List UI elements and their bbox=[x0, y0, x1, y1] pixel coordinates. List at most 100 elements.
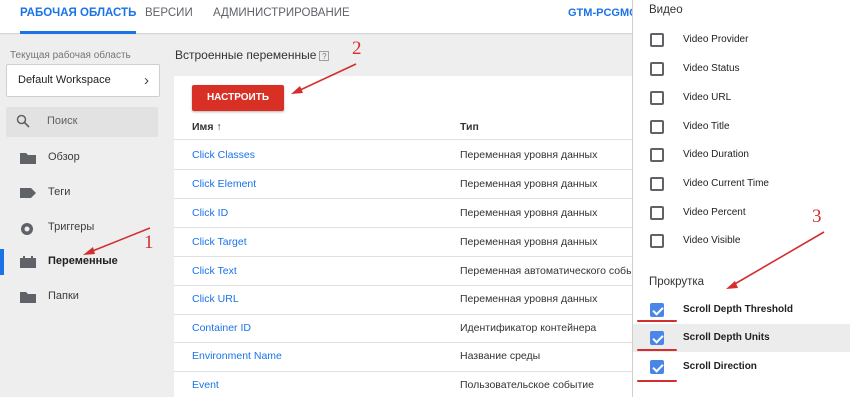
annotation-number-1: 1 bbox=[144, 232, 154, 253]
checkbox-row-video-visible[interactable]: Video Visible bbox=[633, 227, 850, 255]
search-input[interactable]: Поиск bbox=[6, 107, 158, 137]
checkbox-label: Video Title bbox=[683, 121, 730, 132]
checkbox-row-scroll-depth-units[interactable]: Scroll Depth Units bbox=[633, 324, 850, 352]
chevron-right-icon: › bbox=[144, 72, 149, 89]
variables-table-card: НАСТРОИТЬ Имя ↑ Тип Click Classes Перемен… bbox=[174, 76, 632, 397]
folder-icon bbox=[20, 153, 36, 164]
table-row: Click ID Переменная уровня данных bbox=[174, 198, 632, 227]
table-row: Container ID Идентификатор контейнера bbox=[174, 313, 632, 342]
variable-type: Переменная уровня данных bbox=[460, 236, 598, 248]
workspace-selector[interactable]: Default Workspace › bbox=[6, 64, 160, 97]
checkbox[interactable] bbox=[650, 177, 664, 191]
table-row: Click URL Переменная уровня данных bbox=[174, 284, 632, 313]
checkbox-row-video-duration[interactable]: Video Duration bbox=[633, 141, 850, 169]
sort-arrow-icon: ↑ bbox=[216, 121, 222, 133]
checkbox-label: Video Visible bbox=[683, 235, 741, 246]
checkbox-label: Video Status bbox=[683, 63, 740, 74]
checkbox-row-video-url[interactable]: Video URL bbox=[633, 84, 850, 112]
variable-type: Идентификатор контейнера bbox=[460, 322, 597, 334]
variable-type: Переменная уровня данных bbox=[460, 207, 598, 219]
variable-name-link[interactable]: Container ID bbox=[192, 322, 251, 334]
variables-icon bbox=[20, 256, 36, 268]
folder-icon bbox=[20, 292, 36, 303]
container-id[interactable]: GTM-PCGMOLL bbox=[568, 0, 632, 26]
annotation-underline bbox=[637, 349, 677, 351]
workspace-label: Текущая рабочая область bbox=[10, 50, 131, 61]
checkbox-row-video-title[interactable]: Video Title bbox=[633, 113, 850, 141]
variable-type: Переменная уровня данных bbox=[460, 293, 598, 305]
variable-name-link[interactable]: Environment Name bbox=[192, 350, 282, 362]
table-row: Event Пользовательское событие bbox=[174, 370, 632, 397]
checkbox-checked[interactable] bbox=[650, 331, 664, 345]
checkbox-row-scroll-direction[interactable]: Scroll Direction bbox=[633, 353, 850, 381]
variable-name-link[interactable]: Click Classes bbox=[192, 149, 255, 161]
variable-name-link[interactable]: Click ID bbox=[192, 207, 228, 219]
search-icon bbox=[16, 114, 30, 128]
sidebar-item-overview[interactable]: Обзор bbox=[0, 143, 168, 173]
sidebar-item-label: Переменные bbox=[48, 255, 118, 267]
table-row: Click Text Переменная автоматического соб… bbox=[174, 256, 632, 285]
sidebar-item-label: Триггеры bbox=[48, 221, 95, 233]
checkbox-row-video-provider[interactable]: Video Provider bbox=[633, 26, 850, 54]
table-row: Click Classes Переменная уровня данных bbox=[174, 140, 632, 169]
checkbox[interactable] bbox=[650, 206, 664, 220]
table-row: Click Target Переменная уровня данных bbox=[174, 227, 632, 256]
checkbox-label: Scroll Direction bbox=[683, 361, 757, 372]
annotation-underline bbox=[637, 320, 677, 322]
table-row: Environment Name Название среды bbox=[174, 341, 632, 370]
main-content: Встроенные переменные? НАСТРОИТЬ Имя ↑ Т… bbox=[168, 35, 632, 397]
sidebar-item-tags[interactable]: Теги bbox=[0, 178, 168, 208]
sidebar-item-folders[interactable]: Папки bbox=[0, 282, 168, 312]
page-title-text: Встроенные переменные bbox=[175, 48, 317, 62]
sidebar-item-label: Теги bbox=[48, 186, 71, 198]
variable-name-link[interactable]: Click Target bbox=[192, 236, 247, 248]
checkbox-row-video-status[interactable]: Video Status bbox=[633, 55, 850, 83]
variable-type: Переменная уровня данных bbox=[460, 149, 598, 161]
variable-name-link[interactable]: Click Text bbox=[192, 265, 237, 277]
column-header-type: Тип bbox=[460, 121, 479, 133]
top-navigation: Рабочая область Версии Администрирование… bbox=[0, 0, 632, 34]
checkbox-label: Video Percent bbox=[683, 207, 746, 218]
column-header-name[interactable]: Имя ↑ bbox=[192, 121, 222, 133]
variable-name-link[interactable]: Event bbox=[192, 379, 219, 391]
checkbox-label: Video URL bbox=[683, 92, 732, 103]
page-title: Встроенные переменные? bbox=[175, 48, 330, 62]
sidebar-item-label: Папки bbox=[48, 290, 79, 302]
checkbox[interactable] bbox=[650, 62, 664, 76]
table-row: Click Element Переменная уровня данных bbox=[174, 169, 632, 198]
variable-type: Пользовательское событие bbox=[460, 379, 594, 391]
variable-type: Переменная автоматического события bbox=[460, 265, 632, 277]
workspace-name: Default Workspace bbox=[18, 74, 111, 86]
tag-icon bbox=[20, 188, 36, 198]
column-header-label: Имя bbox=[192, 121, 214, 133]
section-title-video: Видео bbox=[649, 4, 683, 16]
sidebar-item-variables[interactable]: Переменные bbox=[0, 247, 168, 277]
configure-button[interactable]: НАСТРОИТЬ bbox=[192, 85, 284, 111]
variable-type: Название среды bbox=[460, 350, 541, 362]
checkbox[interactable] bbox=[650, 91, 664, 105]
checkbox-checked[interactable] bbox=[650, 360, 664, 374]
tab-workspace[interactable]: Рабочая область bbox=[20, 0, 137, 34]
checkbox-label: Video Duration bbox=[683, 149, 749, 160]
sidebar-item-label: Обзор bbox=[48, 151, 80, 163]
variable-type: Переменная уровня данных bbox=[460, 178, 598, 190]
variable-name-link[interactable]: Click URL bbox=[192, 293, 239, 305]
trigger-icon bbox=[21, 223, 33, 235]
sidebar-item-triggers[interactable]: Триггеры bbox=[0, 213, 168, 243]
configure-variables-panel: Видео Video Provider Video Status Video … bbox=[633, 0, 850, 397]
annotation-number-3: 3 bbox=[812, 206, 822, 227]
checkbox[interactable] bbox=[650, 148, 664, 162]
checkbox-label: Scroll Depth Units bbox=[683, 332, 770, 343]
checkbox[interactable] bbox=[650, 120, 664, 134]
section-title-scroll: Прокрутка bbox=[649, 276, 705, 288]
variable-name-link[interactable]: Click Element bbox=[192, 178, 256, 190]
search-placeholder: Поиск bbox=[47, 115, 78, 127]
checkbox[interactable] bbox=[650, 234, 664, 248]
sidebar: Текущая рабочая область Default Workspac… bbox=[0, 35, 168, 397]
tab-admin[interactable]: Администрирование bbox=[213, 0, 350, 34]
tab-versions[interactable]: Версии bbox=[145, 0, 193, 34]
checkbox[interactable] bbox=[650, 33, 664, 47]
checkbox-checked[interactable] bbox=[650, 303, 664, 317]
checkbox-row-video-current-time[interactable]: Video Current Time bbox=[633, 170, 850, 198]
help-icon[interactable]: ? bbox=[319, 51, 330, 61]
